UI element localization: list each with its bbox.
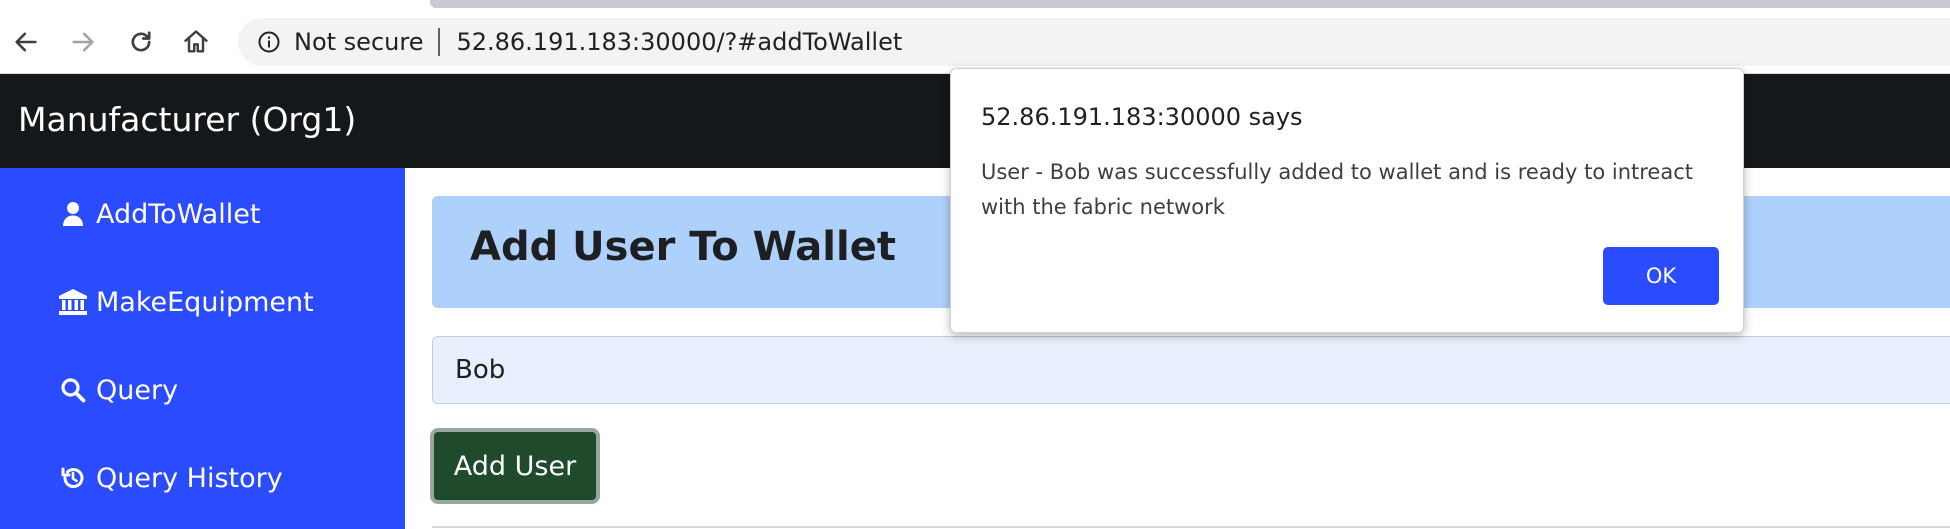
add-user-button[interactable]: Add User: [430, 428, 600, 504]
sidebar-item-label: Query: [96, 374, 179, 406]
content-divider: [432, 526, 1950, 528]
forward-button[interactable]: [63, 22, 103, 62]
sidebar-item-label: AddToWallet: [96, 198, 261, 230]
alert-dialog: 52.86.191.183:30000 says User - Bob was …: [950, 68, 1744, 333]
home-icon: [184, 30, 208, 53]
omnibox-divider: [438, 28, 441, 56]
sidebar-item-query-history[interactable]: Query History: [58, 458, 283, 498]
sidebar-item-label: MakeEquipment: [96, 286, 314, 318]
history-icon: [58, 463, 88, 493]
brand-title[interactable]: Manufacturer (Org1): [18, 100, 356, 139]
dialog-message: User - Bob was successfully added to wal…: [981, 160, 1693, 219]
info-icon[interactable]: [256, 29, 282, 55]
address-bar[interactable]: Not secure 52.86.191.183:30000/?#addToWa…: [238, 18, 1950, 66]
ok-button[interactable]: OK: [1603, 247, 1719, 305]
reload-button[interactable]: [121, 22, 161, 62]
tab-strip: [430, 0, 1950, 8]
dialog-origin: 52.86.191.183:30000 says: [981, 103, 1303, 131]
sidebar-item-addtowallet[interactable]: AddToWallet: [58, 194, 260, 234]
page-title: Add User To Wallet: [470, 224, 896, 270]
sidebar: AddToWallet MakeEquipment Query Query Hi…: [0, 168, 405, 529]
sidebar-item-makeequipment[interactable]: MakeEquipment: [58, 282, 314, 322]
security-label[interactable]: Not secure: [294, 28, 423, 56]
user-icon: [58, 199, 88, 229]
sidebar-item-query[interactable]: Query: [58, 370, 178, 410]
search-icon: [58, 375, 88, 405]
reload-icon: [131, 31, 151, 52]
user-name-input[interactable]: [432, 336, 1950, 404]
back-arrow-icon: [15, 32, 37, 52]
url-text[interactable]: 52.86.191.183:30000/?#addToWallet: [456, 28, 902, 56]
browser-toolbar: Not secure 52.86.191.183:30000/?#addToWa…: [0, 0, 1950, 74]
bank-icon: [58, 287, 88, 317]
home-button[interactable]: [176, 22, 216, 62]
back-button[interactable]: [6, 22, 46, 62]
sidebar-item-label: Query History: [96, 462, 283, 494]
forward-arrow-icon: [72, 32, 94, 52]
